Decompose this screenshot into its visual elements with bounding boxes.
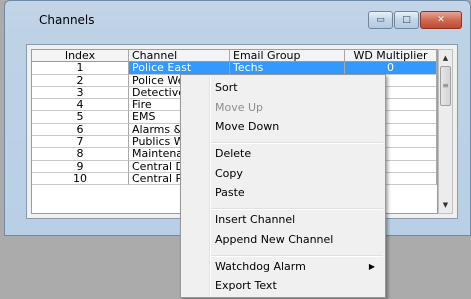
menu-item-paste[interactable]: Paste bbox=[183, 183, 383, 203]
menu-item-append-new-channel[interactable]: Append New Channel bbox=[183, 230, 383, 250]
scroll-up-button[interactable]: ▲ bbox=[439, 51, 452, 65]
maximize-icon: □ bbox=[402, 15, 411, 25]
cell-index[interactable]: 9 bbox=[32, 160, 129, 173]
menu-item-sort[interactable]: Sort bbox=[183, 78, 383, 98]
grid-vertical-scrollbar[interactable]: ▲ ≡ ▼ bbox=[438, 49, 453, 214]
cell-index[interactable]: 5 bbox=[32, 111, 129, 124]
cell-email-group[interactable]: Techs bbox=[230, 62, 345, 75]
close-icon: ✕ bbox=[437, 15, 445, 25]
cell-index[interactable]: 2 bbox=[32, 74, 129, 87]
context-menu: Sort Move Up Move Down Delete Copy Paste… bbox=[180, 74, 386, 298]
minimize-button[interactable]: ▭ bbox=[368, 11, 393, 29]
menu-item-watchdog-alarm[interactable]: Watchdog Alarm ▶ bbox=[183, 257, 383, 277]
scroll-down-button[interactable]: ▼ bbox=[439, 198, 452, 212]
menu-item-delete[interactable]: Delete bbox=[183, 144, 383, 164]
submenu-arrow-icon: ▶ bbox=[368, 262, 375, 271]
cell-channel[interactable]: Police East bbox=[129, 62, 230, 75]
close-button[interactable]: ✕ bbox=[420, 11, 462, 29]
maximize-button[interactable]: □ bbox=[394, 11, 419, 29]
grid-header-row: Index Channel Email Group WD Multiplier bbox=[32, 50, 437, 63]
cell-index[interactable]: 10 bbox=[32, 172, 129, 186]
menu-item-move-up: Move Up bbox=[215, 101, 264, 114]
caption-buttons: ▭ □ ✕ bbox=[368, 11, 462, 29]
cell-index[interactable]: 1 bbox=[32, 62, 129, 75]
arrow-down-icon: ▼ bbox=[442, 201, 449, 209]
menu-item-watchdog-alarm-label: Watchdog Alarm bbox=[215, 260, 306, 273]
cell-index[interactable]: 7 bbox=[32, 136, 129, 149]
grip-icon: ≡ bbox=[442, 81, 449, 90]
menu-item-move-down[interactable]: Move Down bbox=[183, 117, 383, 137]
cell-index[interactable]: 3 bbox=[32, 86, 129, 100]
cell-wd-multiplier[interactable]: 0 bbox=[345, 62, 437, 75]
cell-index[interactable]: 4 bbox=[32, 99, 129, 112]
menu-item-insert-channel[interactable]: Insert Channel bbox=[183, 210, 383, 230]
column-header-index[interactable]: Index bbox=[32, 50, 129, 63]
minimize-icon: ▭ bbox=[376, 15, 385, 25]
column-header-channel[interactable]: Channel bbox=[129, 50, 230, 63]
column-header-email-group[interactable]: Email Group bbox=[230, 50, 345, 63]
window-title: Channels bbox=[39, 13, 95, 27]
scroll-thumb[interactable]: ≡ bbox=[440, 66, 451, 106]
arrow-up-icon: ▲ bbox=[442, 54, 449, 62]
column-header-wd-multiplier[interactable]: WD Multiplier bbox=[345, 50, 437, 63]
menu-item-copy[interactable]: Copy bbox=[183, 164, 383, 184]
cell-index[interactable]: 8 bbox=[32, 148, 129, 161]
table-row[interactable]: 1 Police East Techs 0 bbox=[32, 62, 437, 75]
menu-item-export-text[interactable]: Export Text bbox=[183, 276, 383, 296]
cell-index[interactable]: 6 bbox=[32, 123, 129, 137]
